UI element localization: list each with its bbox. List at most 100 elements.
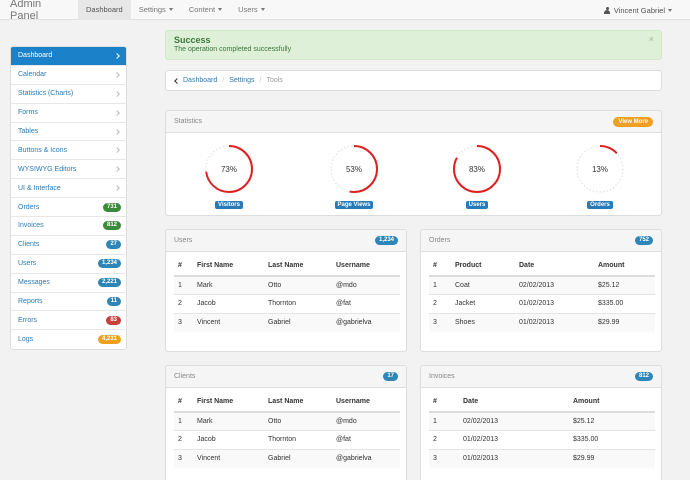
table-cell: $25.12 xyxy=(594,275,655,295)
table-row[interactable]: 1 Coat 02/02/2013 $25.12 xyxy=(429,275,655,295)
table-row[interactable]: 3 Vincent Gabriel @gabrielva xyxy=(174,312,400,332)
table-row[interactable]: 2 01/02/2013 $335.00 xyxy=(429,430,655,449)
table-row[interactable]: 2 Jacob Thornton @fat xyxy=(174,430,400,449)
column-header[interactable]: Username xyxy=(332,392,400,413)
alert-message: The operation completed successfully xyxy=(174,46,292,53)
table-cell: @fat xyxy=(332,294,400,313)
breadcrumb-settings[interactable]: Settings xyxy=(229,77,254,84)
gauge-label: Page Views xyxy=(334,201,374,209)
sidebar-item-invoices[interactable]: Invoices 812 xyxy=(11,217,126,236)
sidebar-item-label: Calendar xyxy=(18,71,47,79)
column-header[interactable]: Last Name xyxy=(264,256,332,277)
table-cell: Vincent xyxy=(193,312,264,332)
column-header[interactable]: Date xyxy=(515,256,594,277)
table-cell: $25.12 xyxy=(569,411,655,431)
breadcrumb-dashboard[interactable]: Dashboard xyxy=(183,77,217,84)
breadcrumb-separator: / xyxy=(222,77,225,84)
column-header[interactable]: Amount xyxy=(594,256,655,277)
nav-settings-label: Settings xyxy=(138,5,166,14)
table-cell: Vincent xyxy=(193,448,264,468)
gauge-value: 73% xyxy=(221,165,237,174)
table-row[interactable]: 2 Jacket 01/02/2013 $335.00 xyxy=(429,294,655,313)
alert-title: Success xyxy=(174,35,211,45)
caret-down-icon xyxy=(218,8,223,11)
sidebar-item-label: Statistics (Charts) xyxy=(18,90,74,98)
count-badge: 83 xyxy=(106,315,121,325)
table-row[interactable]: 1 02/02/2013 $25.12 xyxy=(429,411,655,431)
sidebar-item-wysiwyg-editors[interactable]: WYSIWYG Editors xyxy=(11,160,126,180)
view-more-button[interactable]: View More xyxy=(613,116,653,127)
chevron-right-icon xyxy=(114,71,120,78)
gauge-label: Orders xyxy=(587,201,613,209)
column-header[interactable]: Date xyxy=(459,392,569,413)
sidebar-item-label: Buttons & Icons xyxy=(18,146,68,154)
table-row[interactable]: 3 Vincent Gabriel @gabrielva xyxy=(174,448,400,468)
column-header[interactable]: # xyxy=(429,256,451,277)
close-icon[interactable]: × xyxy=(649,34,654,44)
caret-down-icon xyxy=(260,8,265,11)
gauge-label: Users xyxy=(465,201,489,209)
sidebar-item-messages[interactable]: Messages 2,221 xyxy=(11,274,126,293)
nav-users-dropdown[interactable]: Users xyxy=(230,0,273,20)
table-cell: 2 xyxy=(429,294,451,313)
nav-dashboard[interactable]: Dashboard xyxy=(78,0,131,20)
sidebar-item-label: Orders xyxy=(18,203,40,211)
nav-settings-dropdown[interactable]: Settings xyxy=(131,0,181,20)
brand-logo[interactable]: Admin Panel xyxy=(0,0,78,22)
column-header[interactable]: Amount xyxy=(569,392,655,413)
table-cell: @mdo xyxy=(332,411,400,431)
table-row[interactable]: 2 Jacob Thornton @fat xyxy=(174,294,400,313)
breadcrumb: Dashboard / Settings / Tools xyxy=(165,70,662,91)
table-cell: 01/02/2013 xyxy=(515,312,594,332)
table-row[interactable]: 3 Shoes 01/02/2013 $29.99 xyxy=(429,312,655,332)
table-cell: 02/02/2013 xyxy=(459,411,569,431)
sidebar-item-label: Dashboard xyxy=(18,52,53,60)
statistics-header: Statistics View More xyxy=(166,111,661,133)
sidebar-item-clients[interactable]: Clients 27 xyxy=(11,236,126,255)
table-cell: 2 xyxy=(429,430,459,449)
nav-content-label: Content xyxy=(188,5,216,14)
user-menu[interactable]: Vincent Gabriel xyxy=(604,0,672,20)
sidebar-item-ui-interface[interactable]: UI & Interface xyxy=(11,179,126,199)
count-badge: 27 xyxy=(106,240,121,250)
table-cell: 1 xyxy=(174,411,193,431)
column-header[interactable]: # xyxy=(174,256,193,277)
sidebar-item-statistics-charts[interactable]: Statistics (Charts) xyxy=(11,85,126,104)
sidebar-item-orders[interactable]: Orders 731 xyxy=(11,198,126,218)
count-badge: 2,221 xyxy=(97,278,121,288)
column-header[interactable]: # xyxy=(429,392,459,413)
column-header[interactable]: Last Name xyxy=(264,392,332,413)
chevron-left-icon[interactable] xyxy=(174,77,180,84)
sidebar-item-tables[interactable]: Tables xyxy=(11,123,126,142)
chevron-right-icon xyxy=(114,185,120,192)
column-header[interactable]: Username xyxy=(332,256,400,277)
sidebar-item-logs[interactable]: Logs 4,231 xyxy=(11,330,126,349)
user-name: Vincent Gabriel xyxy=(613,5,665,15)
column-header[interactable]: First Name xyxy=(193,256,264,277)
sidebar-item-errors[interactable]: Errors 83 xyxy=(11,311,126,331)
gauge-value: 53% xyxy=(346,165,362,174)
nav-dashboard-label: Dashboard xyxy=(86,5,123,14)
sidebar-item-calendar[interactable]: Calendar xyxy=(11,66,126,85)
invoices-panel-header: Invoices 812 xyxy=(421,366,661,388)
sidebar-item-dashboard[interactable]: Dashboard xyxy=(11,47,126,66)
table-row[interactable]: 3 01/02/2013 $29.99 xyxy=(429,448,655,468)
column-header[interactable]: Product xyxy=(451,256,515,277)
table-row[interactable]: 1 Mark Otto @mdo xyxy=(174,411,400,431)
table-cell: @gabrielva xyxy=(332,312,400,332)
table-cell: @gabrielva xyxy=(332,448,400,468)
count-badge: 17 xyxy=(383,372,398,381)
sidebar-item-reports[interactable]: Reports 11 xyxy=(11,293,126,312)
sidebar-item-buttons-icons[interactable]: Buttons & Icons xyxy=(11,141,126,161)
gauge-value: 13% xyxy=(592,165,608,174)
nav-content-dropdown[interactable]: Content xyxy=(181,0,230,20)
column-header[interactable]: First Name xyxy=(193,392,264,413)
sidebar-item-forms[interactable]: Forms xyxy=(11,104,126,123)
sidebar-item-users[interactable]: Users 1,234 xyxy=(11,255,126,274)
count-badge: 4,231 xyxy=(97,335,121,345)
column-header[interactable]: # xyxy=(174,392,193,413)
table-row[interactable]: 1 Mark Otto @mdo xyxy=(174,275,400,295)
gauge-users: 83% Users xyxy=(447,139,507,209)
table-cell: 01/02/2013 xyxy=(459,448,569,468)
statistics-title: Statistics xyxy=(174,118,203,125)
